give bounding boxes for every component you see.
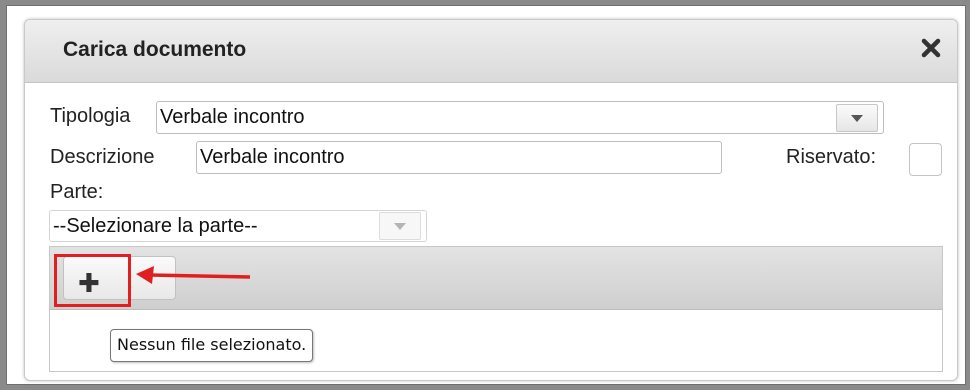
- parte-select[interactable]: --Selezionare la parte--: [49, 210, 427, 242]
- close-icon[interactable]: [917, 34, 945, 62]
- descrizione-value: Verbale incontro: [200, 146, 345, 168]
- riservato-checkbox[interactable]: [909, 143, 942, 176]
- riservato-label: Riservato:: [786, 146, 877, 168]
- no-file-tooltip: Nessun file selezionato.: [110, 329, 314, 362]
- upload-document-dialog: Carica documento Tipologia Verbale incon…: [24, 19, 958, 381]
- tipologia-label: Tipologia: [50, 105, 131, 127]
- file-upload-area: ✚ Nessun file selezionato.: [49, 246, 943, 372]
- tipologia-value: Verbale incontro: [160, 106, 305, 128]
- tipologia-select[interactable]: Verbale incontro: [156, 101, 884, 134]
- parte-label: Parte:: [50, 181, 104, 203]
- tipologia-dropdown-button[interactable]: [836, 104, 878, 132]
- dialog-title: Carica documento: [63, 38, 247, 61]
- dialog-titlebar: Carica documento: [25, 20, 957, 83]
- chevron-down-icon: [851, 114, 863, 122]
- chevron-down-icon: [394, 222, 406, 230]
- red-arrow-annotation: [136, 266, 251, 284]
- descrizione-input[interactable]: Verbale incontro: [196, 141, 722, 174]
- upload-toolbar: ✚: [50, 247, 942, 310]
- parte-value: --Selezionare la parte--: [53, 215, 258, 237]
- descrizione-label: Descrizione: [50, 146, 155, 168]
- screenshot-frame: Carica documento Tipologia Verbale incon…: [6, 5, 966, 385]
- parte-dropdown-button[interactable]: [379, 212, 421, 240]
- highlight-box: [54, 254, 131, 307]
